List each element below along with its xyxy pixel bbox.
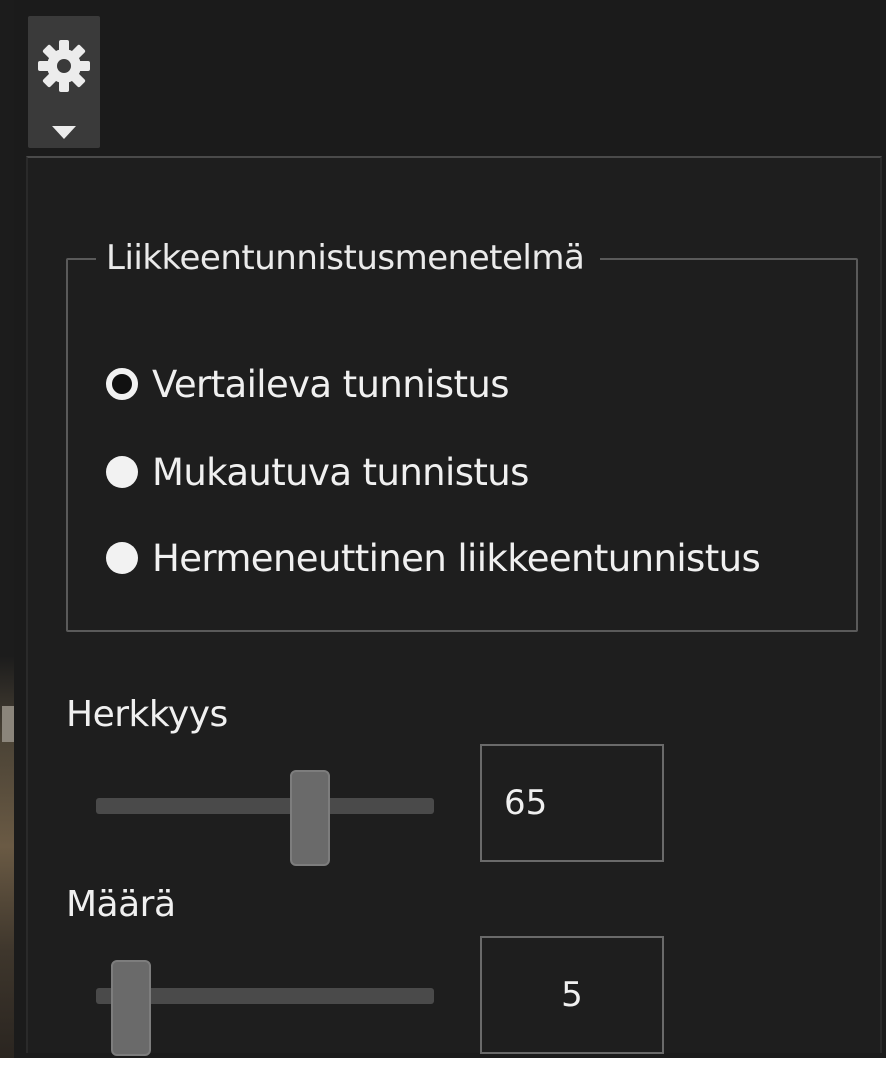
amount-value-field[interactable]: 5: [480, 936, 664, 1054]
radio-button[interactable]: [106, 456, 138, 488]
radio-button-checked[interactable]: [106, 368, 138, 400]
slider-thumb[interactable]: [290, 770, 330, 866]
sensitivity-slider[interactable]: [96, 770, 434, 866]
radio-option-label: Mukautuva tunnistus: [152, 450, 529, 494]
slider-thumb[interactable]: [111, 960, 151, 1056]
sensitivity-label: Herkkyys: [66, 694, 228, 735]
amount-slider[interactable]: [96, 960, 434, 1056]
caret-down-icon: [52, 126, 76, 139]
motion-detection-group: Liikkeentunnistusmenetelmä Vertaileva tu…: [66, 230, 858, 632]
settings-menu-button[interactable]: [28, 16, 100, 148]
motion-detection-title: Liikkeentunnistusmenetelmä: [96, 230, 601, 286]
radio-option-adaptive[interactable]: Mukautuva tunnistus: [106, 442, 529, 502]
radio-option-label: Vertaileva tunnistus: [152, 362, 510, 406]
radio-option-label: Hermeneuttinen liikkeentunnistus: [152, 536, 761, 580]
background-window-edge: [0, 0, 14, 1058]
background-window-marker: [2, 706, 14, 742]
amount-label: Määrä: [66, 884, 176, 925]
slider-track[interactable]: [96, 798, 434, 814]
radio-option-comparative[interactable]: Vertaileva tunnistus: [106, 354, 510, 414]
radio-option-hermeneutic[interactable]: Hermeneuttinen liikkeentunnistus: [106, 528, 761, 588]
radio-button[interactable]: [106, 542, 138, 574]
gear-icon: [38, 40, 90, 92]
sensitivity-value-field[interactable]: 65: [480, 744, 664, 862]
